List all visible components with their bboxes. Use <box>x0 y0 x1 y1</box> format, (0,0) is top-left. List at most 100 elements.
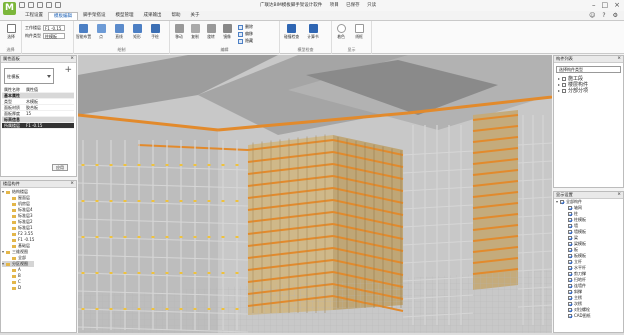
checkbox[interactable] <box>568 242 572 246</box>
prop-row-selected[interactable]: 所属楼层 F1 -0.15 <box>2 123 74 129</box>
rect-button[interactable]: 矩形 <box>130 24 144 40</box>
checkbox[interactable] <box>568 230 572 234</box>
panel-close-icon[interactable]: × <box>70 181 74 187</box>
app-logo[interactable]: M <box>3 2 16 15</box>
window-title: 广联达BIM模板脚手架设计软件 项目 已保存 只读 <box>260 2 382 8</box>
clash-check-button[interactable]: 碰撞检查 <box>284 24 299 40</box>
floor-field[interactable]: F1 -0.15 <box>43 25 65 31</box>
panel-close-icon[interactable]: × <box>70 56 74 62</box>
user-icon[interactable]: ☺ <box>589 12 595 19</box>
checkbox[interactable] <box>562 83 566 87</box>
settings-icon[interactable]: ⚙ <box>613 12 618 19</box>
display-tree-label: CAD图纸 <box>574 313 591 318</box>
scaffold-clamp <box>81 308 85 310</box>
checkbox[interactable] <box>568 296 572 300</box>
checkbox[interactable] <box>568 224 572 228</box>
scaffold-clamp <box>81 236 85 238</box>
checkbox[interactable] <box>568 212 572 216</box>
tab-project-settings[interactable]: 工程设置 <box>20 12 48 20</box>
component-field[interactable]: 柱模板 <box>43 33 65 39</box>
checkbox[interactable] <box>568 260 572 264</box>
checkbox[interactable] <box>568 278 572 282</box>
panel-close-icon[interactable]: × <box>617 192 621 198</box>
scaffold-clamp <box>221 164 225 166</box>
copy-icon <box>190 24 200 33</box>
open-icon[interactable] <box>28 2 34 8</box>
offset-button[interactable]: 偏移 <box>238 31 253 37</box>
checkbox[interactable] <box>568 302 572 306</box>
checkbox[interactable] <box>568 218 572 222</box>
checkbox[interactable] <box>568 314 572 318</box>
save-icon[interactable] <box>37 2 43 8</box>
scaffold-clamp <box>235 272 239 274</box>
select-button[interactable]: 选择 <box>4 24 18 40</box>
smart-place-button[interactable]: 智能布置 <box>76 24 91 40</box>
freehand-button[interactable]: 手绘 <box>148 24 162 40</box>
checkbox[interactable] <box>568 248 572 252</box>
new-icon[interactable] <box>19 2 25 8</box>
checkbox[interactable] <box>568 272 572 276</box>
checkbox[interactable] <box>562 89 566 93</box>
checkbox[interactable] <box>568 236 572 240</box>
checkbox[interactable] <box>568 206 572 210</box>
tree-item[interactable]: ▸ 分部分项 <box>554 88 623 94</box>
point-button[interactable]: 点 <box>94 24 108 40</box>
floor-tree-item[interactable]: D <box>2 285 34 291</box>
redo-icon[interactable] <box>55 2 61 8</box>
line-icon <box>114 24 124 33</box>
close-icon[interactable]: × <box>614 1 620 9</box>
3d-viewport[interactable] <box>78 55 552 333</box>
component-type-select[interactable]: 选择构件类型 <box>556 66 621 73</box>
ribbon-group-floor: 工作楼层 F1 -0.15 构件类型 柱模板 <box>22 21 74 54</box>
display-tree-item[interactable]: CAD图纸 <box>556 313 591 319</box>
apply-button[interactable]: 应用 <box>52 164 68 171</box>
scaffold-clamp <box>165 308 169 310</box>
delete-button[interactable]: 删除 <box>238 24 253 30</box>
move-button[interactable]: 移动 <box>172 24 186 40</box>
tab-model-manage[interactable]: 模型管理 <box>111 12 139 20</box>
tab-about[interactable]: 关于 <box>186 12 205 20</box>
tab-formwork-edit[interactable]: 模板编辑 <box>48 12 78 20</box>
tab-output[interactable]: 成果输出 <box>139 12 167 20</box>
mirror-button[interactable]: 镜像 <box>220 24 234 40</box>
scaffold-clamp <box>207 164 211 166</box>
folder-icon <box>12 232 16 236</box>
maximize-icon[interactable]: □ <box>602 1 609 9</box>
line-button[interactable]: 直线 <box>112 24 126 40</box>
smart-place-icon <box>78 24 88 33</box>
tab-scaffold[interactable]: 脚手架搭设 <box>78 12 111 20</box>
add-icon[interactable]: + <box>64 65 72 75</box>
checkbox[interactable] <box>562 77 566 81</box>
component-list-header: 构件列表 × <box>554 56 623 63</box>
checkbox[interactable] <box>568 290 572 294</box>
scaffold-clamp <box>221 236 225 238</box>
checkbox[interactable] <box>568 284 572 288</box>
undo-icon[interactable] <box>46 2 52 8</box>
hide-button[interactable]: 隐藏 <box>238 38 253 44</box>
panel-close-icon[interactable]: × <box>617 56 621 62</box>
folder-icon <box>12 274 16 278</box>
help-icon[interactable]: ? <box>602 12 605 19</box>
scaffold-clamp <box>137 272 141 274</box>
tab-help[interactable]: 帮助 <box>167 12 186 20</box>
checkbox[interactable] <box>568 254 572 258</box>
checkbox[interactable] <box>568 308 572 312</box>
checkbox[interactable] <box>560 200 564 204</box>
folder-icon <box>6 250 10 254</box>
hide-icon <box>238 38 243 44</box>
3d-model-scene[interactable] <box>78 55 552 333</box>
calc-report-button[interactable]: 计算书 <box>306 24 320 40</box>
scaffold-clamp <box>179 236 183 238</box>
scaffold-clamp <box>193 200 197 202</box>
mirror-icon <box>222 24 232 33</box>
copy-button[interactable]: 复制 <box>188 24 202 40</box>
component-type-combo[interactable]: 柱模板 <box>4 68 54 84</box>
title-part: 项目 <box>329 3 339 8</box>
rotate-button[interactable]: 旋转 <box>204 24 218 40</box>
folder-icon <box>12 196 16 200</box>
wireframe-button[interactable]: 线框 <box>352 24 366 40</box>
minimize-icon[interactable]: – <box>592 1 596 9</box>
checkbox[interactable] <box>568 266 572 270</box>
shaded-button[interactable]: 着色 <box>334 24 348 40</box>
component-selector: 构件类型 柱模板 <box>25 33 65 39</box>
